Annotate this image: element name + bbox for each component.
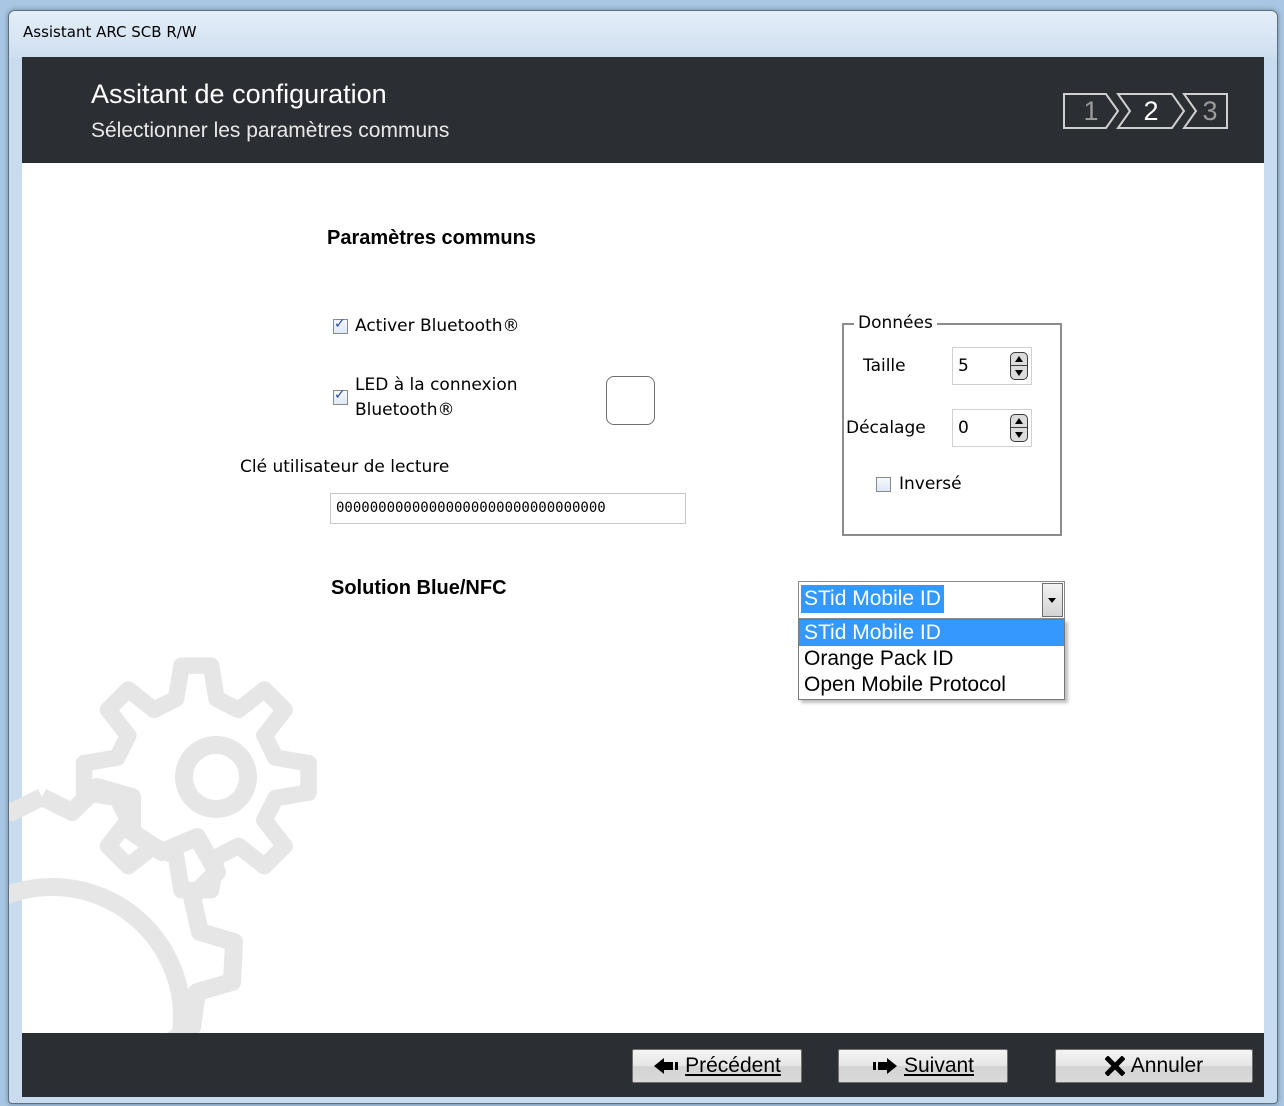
reverse-label: Inversé (899, 474, 962, 494)
dropdown-option[interactable]: STid Mobile ID (799, 620, 1064, 646)
close-icon (1104, 1056, 1125, 1076)
checkmark-icon: ✓ (334, 316, 346, 332)
offset-value: 0 (958, 418, 969, 438)
dropdown-arrow-button[interactable] (1042, 583, 1063, 617)
previous-button[interactable]: Précédent (632, 1049, 802, 1083)
solution-selected-value: STid Mobile ID (801, 585, 944, 613)
previous-label: Précédent (685, 1054, 781, 1077)
reverse-checkbox[interactable] (876, 477, 891, 492)
wizard-footer: Précédent Suivant Annuler (22, 1033, 1264, 1097)
solution-title: Solution Blue/NFC (331, 577, 507, 599)
led-checkbox[interactable]: ✓ (333, 387, 348, 405)
step-2-label: 2 (1143, 96, 1159, 126)
dropdown-option[interactable]: Orange Pack ID (799, 646, 1064, 672)
arrow-left-icon (654, 1058, 679, 1074)
size-spinner[interactable]: 5 (952, 347, 1032, 385)
step-1-label: 1 (1083, 96, 1099, 126)
cancel-label: Annuler (1130, 1054, 1204, 1077)
offset-label: Décalage (846, 418, 926, 438)
offset-spinner[interactable]: 0 (952, 409, 1032, 447)
data-group-legend: Données (854, 313, 937, 333)
solution-select[interactable]: STid Mobile ID (798, 581, 1065, 619)
wizard-window: Assistant ARC SCB R/W Assitant de config… (8, 10, 1278, 1104)
step-indicator: 1 2 3 (1063, 93, 1228, 129)
wizard-subtitle: Sélectionner les paramètres communs (91, 119, 450, 142)
next-label: Suivant (903, 1054, 975, 1077)
arrow-right-icon (872, 1058, 897, 1074)
gears-watermark-icon (9, 657, 317, 1047)
wizard-title: Assitant de configuration (91, 79, 387, 109)
led-label-line2: Bluetooth® (355, 400, 455, 420)
step-3-label: 3 (1202, 96, 1218, 126)
led-color-button[interactable] (606, 376, 655, 425)
chevron-down-icon (1048, 598, 1056, 603)
size-label: Taille (863, 356, 906, 376)
dropdown-option[interactable]: Open Mobile Protocol (799, 672, 1064, 698)
bluetooth-checkbox[interactable]: ✓ (333, 316, 348, 334)
wizard-header: Assitant de configuration Sélectionner l… (22, 57, 1264, 163)
bluetooth-label: Activer Bluetooth® (355, 316, 520, 336)
led-label-line1: LED à la connexion (355, 375, 518, 395)
spinner-arrows-icon[interactable] (1010, 352, 1028, 380)
checkmark-icon: ✓ (334, 387, 346, 403)
cancel-button[interactable]: Annuler (1055, 1049, 1253, 1083)
title-bar[interactable]: Assistant ARC SCB R/W (9, 11, 1277, 57)
wizard-client-area: Assitant de configuration Sélectionner l… (9, 57, 1264, 1097)
spinner-arrows-icon[interactable] (1010, 414, 1028, 442)
next-button[interactable]: Suivant (838, 1049, 1008, 1083)
read-key-label: Clé utilisateur de lecture (240, 457, 450, 477)
read-key-input[interactable]: 00000000000000000000000000000000 (330, 493, 686, 524)
size-value: 5 (958, 356, 969, 376)
common-params-title: Paramètres communs (327, 227, 536, 249)
window-title: Assistant ARC SCB R/W (23, 23, 197, 41)
solution-dropdown-list: STid Mobile ID Orange Pack ID Open Mobil… (798, 619, 1065, 700)
